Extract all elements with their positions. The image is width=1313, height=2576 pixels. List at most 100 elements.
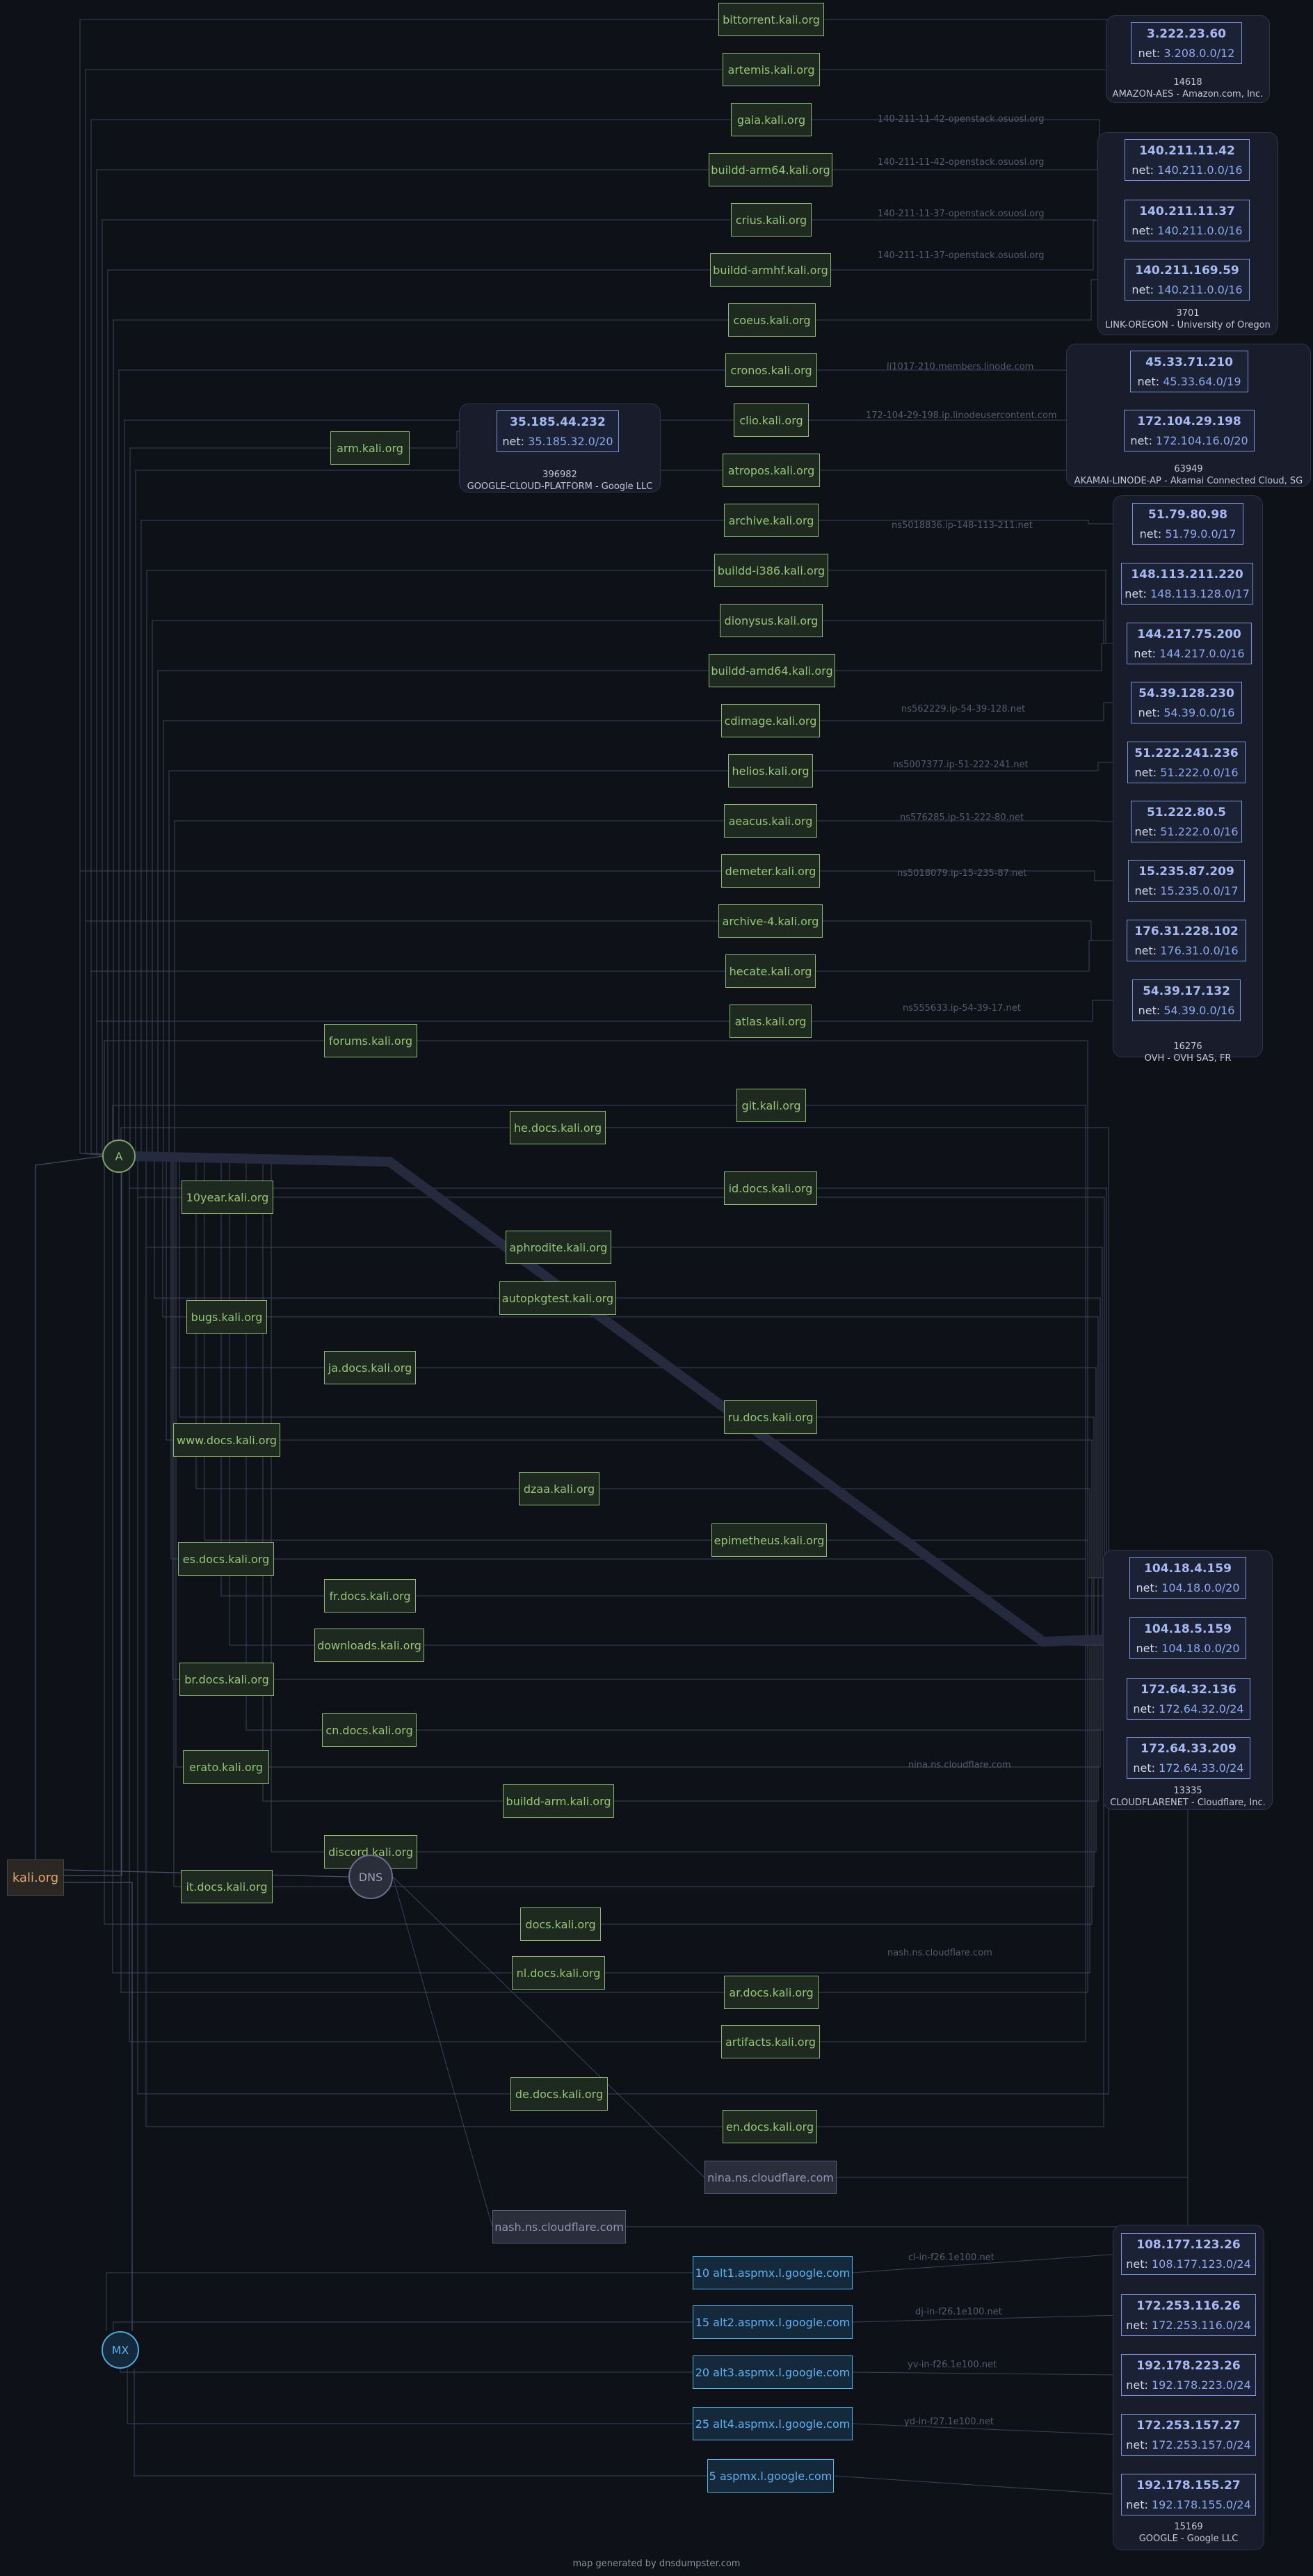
ip-node[interactable]: 192.178.223.26 net: 192.178.223.0/24 <box>1121 2354 1256 2396</box>
ip-node[interactable]: 104.18.5.159 net: 104.18.0.0/20 <box>1129 1617 1246 1659</box>
ip-node[interactable]: 176.31.228.102 net: 176.31.0.0/16 <box>1127 920 1246 961</box>
ip-node[interactable]: 108.177.123.26 net: 108.177.123.0/24 <box>1121 2233 1256 2275</box>
mx-record-25-alt4-aspmx-l-google-com[interactable]: 25 alt4.aspmx.l.google.com <box>693 2407 853 2440</box>
ip-address: 104.18.4.159 <box>1144 1561 1232 1576</box>
ip-node[interactable]: 144.217.75.200 net: 144.217.0.0/16 <box>1127 623 1252 664</box>
ip-netblock: net: 108.177.123.0/24 <box>1122 2257 1255 2271</box>
ip-node[interactable]: 51.222.241.236 net: 51.222.0.0/16 <box>1127 742 1246 783</box>
subdomain-helios-kali-org[interactable]: helios.kali.org <box>728 754 813 787</box>
mx-record-20-alt3-aspmx-l-google-com[interactable]: 20 alt3.aspmx.l.google.com <box>693 2355 853 2389</box>
subdomain-ru-docs-kali-org[interactable]: ru.docs.kali.org <box>724 1400 817 1434</box>
subdomain-ja-docs-kali-org[interactable]: ja.docs.kali.org <box>324 1351 416 1384</box>
subdomain-demeter-kali-org[interactable]: demeter.kali.org <box>721 854 820 888</box>
subdomain-crius-kali-org[interactable]: crius.kali.org <box>731 203 812 237</box>
subdomain-epimetheus-kali-org[interactable]: epimetheus.kali.org <box>711 1523 827 1557</box>
subdomain-artifacts-kali-org[interactable]: artifacts.kali.org <box>721 2025 820 2058</box>
mx-record-15-alt2-aspmx-l-google-com[interactable]: 15 alt2.aspmx.l.google.com <box>693 2305 853 2339</box>
subdomain-10year-kali-org[interactable]: 10year.kali.org <box>182 1181 273 1214</box>
ip-node[interactable]: 104.18.4.159 net: 104.18.0.0/20 <box>1129 1557 1246 1599</box>
subdomain-www-docs-kali-org[interactable]: www.docs.kali.org <box>173 1423 280 1457</box>
subdomain-aeacus-kali-org[interactable]: aeacus.kali.org <box>724 804 817 838</box>
subdomain-id-docs-kali-org[interactable]: id.docs.kali.org <box>724 1171 817 1205</box>
ip-node[interactable]: 148.113.211.220 net: 148.113.128.0/17 <box>1121 563 1253 605</box>
ip-node[interactable]: 192.178.155.27 net: 192.178.155.0/24 <box>1121 2474 1256 2515</box>
subdomain-erato-kali-org[interactable]: erato.kali.org <box>183 1750 269 1784</box>
subdomain-buildd-amd64-kali-org[interactable]: buildd-amd64.kali.org <box>709 654 835 687</box>
subdomain-he-docs-kali-org[interactable]: he.docs.kali.org <box>510 1111 606 1144</box>
dns-record-hub[interactable]: DNS <box>348 1855 393 1899</box>
ip-address: 35.185.44.232 <box>510 415 606 429</box>
subdomain-archive-4-kali-org[interactable]: archive-4.kali.org <box>718 904 823 938</box>
subdomain-ar-docs-kali-org[interactable]: ar.docs.kali.org <box>724 1976 819 2009</box>
subdomain-forums-kali-org[interactable]: forums.kali.org <box>324 1024 417 1057</box>
subdomain-buildd-armhf-kali-org[interactable]: buildd-armhf.kali.org <box>710 253 831 287</box>
subdomain-cronos-kali-org[interactable]: cronos.kali.org <box>725 353 817 387</box>
subdomain-to-ip-line <box>835 643 1127 671</box>
subdomain-nl-docs-kali-org[interactable]: nl.docs.kali.org <box>512 1956 605 1990</box>
ip-node[interactable]: 35.185.44.232 net: 35.185.32.0/20 <box>497 410 619 452</box>
ip-node[interactable]: 140.211.11.42 net: 140.211.0.0/16 <box>1125 139 1250 181</box>
net-prefix: net: <box>502 434 529 448</box>
ip-node[interactable]: 15.235.87.209 net: 15.235.0.0/17 <box>1128 860 1245 902</box>
ip-node[interactable]: 54.39.128.230 net: 54.39.0.0/16 <box>1131 682 1242 723</box>
mx-record-5-aspmx-l-google-com[interactable]: 5 aspmx.l.google.com <box>707 2459 834 2493</box>
subdomain-fr-docs-kali-org[interactable]: fr.docs.kali.org <box>324 1579 416 1613</box>
subdomain-br-docs-kali-org[interactable]: br.docs.kali.org <box>179 1663 274 1696</box>
nameserver-nash-ns-cloudflare-com[interactable]: nash.ns.cloudflare.com <box>492 2210 626 2243</box>
subdomain-downloads-kali-org[interactable]: downloads.kali.org <box>314 1629 424 1662</box>
ip-node[interactable]: 45.33.71.210 net: 45.33.64.0/19 <box>1130 351 1248 392</box>
ip-node[interactable]: 54.39.17.132 net: 54.39.0.0/16 <box>1132 979 1241 1021</box>
subdomain-gaia-kali-org[interactable]: gaia.kali.org <box>731 103 812 136</box>
subdomain-dzaa-kali-org[interactable]: dzaa.kali.org <box>519 1472 599 1505</box>
subdomain-buildd-arm-kali-org[interactable]: buildd-arm.kali.org <box>503 1784 614 1818</box>
subdomain-arm-kali-org[interactable]: arm.kali.org <box>330 431 410 465</box>
subdomain-buildd-arm64-kali-org[interactable]: buildd-arm64.kali.org <box>709 153 832 186</box>
subdomain-es-docs-kali-org[interactable]: es.docs.kali.org <box>178 1542 274 1576</box>
ip-node[interactable]: 172.64.33.209 net: 172.64.33.0/24 <box>1127 1737 1250 1779</box>
reverse-dns-label: ns562229.ip-54-39-128.net <box>901 704 1026 714</box>
net-prefix: net: <box>1136 1641 1162 1655</box>
subdomain-cdimage-kali-org[interactable]: cdimage.kali.org <box>721 704 820 737</box>
nameserver-nina-ns-cloudflare-com[interactable]: nina.ns.cloudflare.com <box>704 2161 837 2194</box>
ip-node[interactable]: 140.211.11.37 net: 140.211.0.0/16 <box>1125 200 1250 241</box>
subdomain-coeus-kali-org[interactable]: coeus.kali.org <box>728 303 816 337</box>
root-domain-node[interactable]: kali.org <box>7 1859 64 1896</box>
subdomain-archive-kali-org[interactable]: archive.kali.org <box>724 504 819 537</box>
ip-node[interactable]: 3.222.23.60 net: 3.208.0.0/12 <box>1131 22 1242 64</box>
subdomain-it-docs-kali-org[interactable]: it.docs.kali.org <box>181 1870 273 1903</box>
subdomain-cn-docs-kali-org[interactable]: cn.docs.kali.org <box>322 1713 417 1747</box>
subdomain-buildd-i386-kali-org[interactable]: buildd-i386.kali.org <box>714 554 828 587</box>
subdomain-atlas-kali-org[interactable]: atlas.kali.org <box>730 1005 812 1038</box>
a-to-subdomain-line <box>118 620 720 1157</box>
ip-node[interactable]: 172.64.32.136 net: 172.64.32.0/24 <box>1127 1678 1250 1720</box>
netblock-value: 104.18.0.0/20 <box>1161 1581 1240 1594</box>
ip-node[interactable]: 172.104.29.198 net: 172.104.16.0/20 <box>1124 410 1255 451</box>
ip-node[interactable]: 172.253.157.27 net: 172.253.157.0/24 <box>1121 2414 1256 2456</box>
subdomain-docs-kali-org[interactable]: docs.kali.org <box>520 1907 601 1941</box>
subdomain-autopkgtest-kali-org[interactable]: autopkgtest.kali.org <box>499 1281 616 1315</box>
ip-node[interactable]: 51.79.80.98 net: 51.79.0.0/17 <box>1132 503 1243 545</box>
subdomain-hecate-kali-org[interactable]: hecate.kali.org <box>725 954 816 988</box>
subdomain-en-docs-kali-org[interactable]: en.docs.kali.org <box>723 2110 817 2143</box>
subdomain-aphrodite-kali-org[interactable]: aphrodite.kali.org <box>506 1231 611 1264</box>
subdomain-de-docs-kali-org[interactable]: de.docs.kali.org <box>510 2077 608 2111</box>
subdomain-bittorrent-kali-org[interactable]: bittorrent.kali.org <box>718 3 824 36</box>
subdomain-artemis-kali-org[interactable]: artemis.kali.org <box>723 53 820 86</box>
subdomain-clio-kali-org[interactable]: clio.kali.org <box>734 403 809 437</box>
subdomain-atropos-kali-org[interactable]: atropos.kali.org <box>723 454 820 487</box>
a-record-hub[interactable]: A <box>102 1139 136 1173</box>
ip-netblock: net: 172.104.16.0/20 <box>1125 434 1254 447</box>
footer-credit: map generated by dnsdumpster.com <box>572 2559 741 2569</box>
ip-node[interactable]: 140.211.169.59 net: 140.211.0.0/16 <box>1125 259 1250 301</box>
subdomain-to-ip-line <box>817 1187 1129 1639</box>
subdomain-git-kali-org[interactable]: git.kali.org <box>736 1089 806 1122</box>
netblock-value: 192.178.155.0/24 <box>1151 2497 1251 2511</box>
subdomain-dionysus-kali-org[interactable]: dionysus.kali.org <box>720 604 823 637</box>
a-to-subdomain-line <box>118 1155 324 1597</box>
asn-owner-name: AMAZON-AES - Amazon.com, Inc. <box>1112 89 1264 99</box>
ip-node[interactable]: 172.253.116.26 net: 172.253.116.0/24 <box>1121 2294 1256 2336</box>
mx-record-10-alt1-aspmx-l-google-com[interactable]: 10 alt1.aspmx.l.google.com <box>693 2256 853 2289</box>
subdomain-bugs-kali-org[interactable]: bugs.kali.org <box>186 1300 267 1334</box>
mx-record-hub[interactable]: MX <box>102 2331 139 2369</box>
ip-node[interactable]: 51.222.80.5 net: 51.222.0.0/16 <box>1131 801 1242 842</box>
